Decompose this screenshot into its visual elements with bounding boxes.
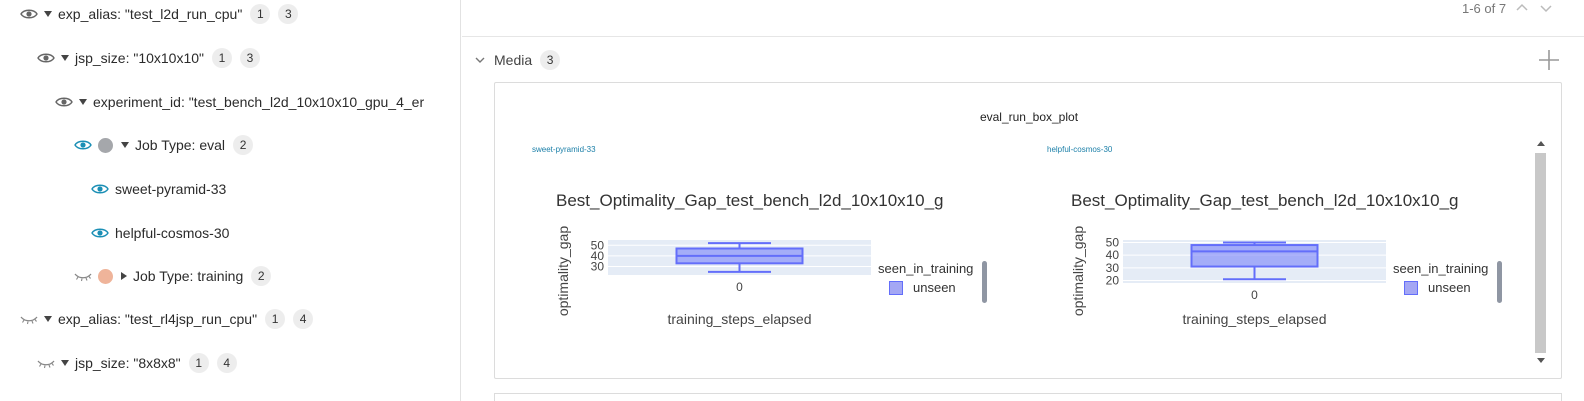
x-tick-label: 0: [736, 280, 743, 294]
run-label[interactable]: helpful-cosmos-30: [115, 225, 229, 241]
count-badge: 2: [251, 266, 272, 286]
count-badge: 2: [233, 135, 254, 155]
x-tick-label: 0: [1251, 288, 1258, 302]
tree-row-label: jsp_size: "8x8x8": [75, 355, 181, 371]
add-panel-icon[interactable]: [1537, 48, 1561, 72]
plot-canvas: 3040500training_steps_elapsedoptimality_…: [556, 226, 871, 327]
chevron-down-icon[interactable]: [44, 11, 52, 17]
run-name-label[interactable]: sweet-pyramid-33: [532, 145, 596, 154]
section-title: Media: [494, 52, 533, 68]
panel-scrollbar[interactable]: [1534, 137, 1548, 367]
count-badge: 4: [216, 353, 237, 373]
tree-row-job-type-eval[interactable]: Job Type: eval 2: [74, 131, 254, 159]
run-name-label[interactable]: helpful-cosmos-30: [1047, 145, 1112, 154]
chevron-down-icon[interactable]: [61, 55, 69, 61]
y-tick-label: 30: [1106, 261, 1120, 275]
scrollbar-thumb[interactable]: [1535, 153, 1546, 353]
run-label[interactable]: sweet-pyramid-33: [115, 181, 226, 197]
count-badge: 3: [240, 48, 261, 68]
y-tick-label: 50: [591, 238, 605, 252]
chevron-down-icon[interactable]: [79, 99, 87, 105]
count-badge: 1: [188, 353, 209, 373]
scroll-down-arrow-icon[interactable]: [1536, 355, 1546, 365]
tree-row-label: experiment_id: "test_bench_l2d_10x10x10_…: [93, 94, 425, 110]
media-panel: eval_run_box_plot sweet-pyramid-33 helpf…: [494, 82, 1562, 379]
tree-row-label: exp_alias: "test_l2d_run_cpu": [58, 6, 243, 22]
legend-item[interactable]: unseen: [889, 280, 956, 295]
media-section-header[interactable]: Media 3: [474, 49, 561, 71]
count-badge: 1: [212, 48, 233, 68]
tree-row-label: Job Type: eval: [135, 137, 226, 153]
app-root: exp_alias: "test_l2d_run_cpu" 1 3 jsp_si…: [0, 0, 1584, 401]
legend-scrollbar[interactable]: [1497, 261, 1502, 303]
next-panel-edge: [494, 393, 1562, 401]
x-axis-label: training_steps_elapsed: [668, 311, 812, 327]
eye-icon[interactable]: [37, 52, 55, 64]
count-badge: 3: [278, 4, 299, 24]
chevron-down-icon[interactable]: [1538, 1, 1554, 15]
y-axis-label: optimality_gap: [556, 226, 571, 316]
chevron-down-icon[interactable]: [61, 360, 69, 366]
chevron-down-icon[interactable]: [121, 142, 129, 148]
legend-label: unseen: [913, 280, 956, 295]
eye-icon[interactable]: [74, 139, 92, 151]
count-badge: 4: [293, 309, 314, 329]
group-color-dot[interactable]: [98, 268, 113, 284]
scroll-up-arrow-icon[interactable]: [1536, 139, 1546, 149]
tree-row-jsp-size-8[interactable]: jsp_size: "8x8x8" 1 4: [37, 349, 237, 377]
chevron-down-icon[interactable]: [474, 55, 486, 65]
y-axis-label: optimality_gap: [1071, 226, 1086, 316]
legend-title: seen_in_training: [878, 261, 974, 276]
group-color-dot[interactable]: [98, 137, 113, 153]
tree-row-label: exp_alias: "test_rl4jsp_run_cpu": [58, 311, 258, 327]
pagination: 1-6 of 7: [1462, 0, 1554, 16]
tree-run-sweet-pyramid-33[interactable]: sweet-pyramid-33: [91, 175, 226, 203]
y-tick-label: 50: [1106, 236, 1120, 250]
divider: [462, 36, 1584, 37]
eye-icon[interactable]: [55, 96, 73, 108]
pagination-text: 1-6 of 7: [1462, 0, 1507, 16]
section-count-badge: 3: [540, 50, 561, 70]
legend-title: seen_in_training: [1393, 261, 1489, 276]
eye-icon[interactable]: [91, 227, 109, 239]
count-badge: 1: [250, 4, 271, 24]
eye-hidden-icon[interactable]: [74, 270, 92, 282]
run-tree-panel: exp_alias: "test_l2d_run_cpu" 1 3 jsp_si…: [0, 0, 461, 401]
y-tick-label: 20: [1106, 273, 1120, 287]
panel-title: eval_run_box_plot: [979, 110, 1079, 124]
legend-swatch: [889, 280, 903, 295]
legend-scrollbar[interactable]: [982, 261, 987, 303]
legend-item[interactable]: unseen: [1404, 280, 1471, 295]
legend-swatch: [1404, 280, 1418, 295]
tree-row-experiment-id[interactable]: experiment_id: "test_bench_l2d_10x10x10_…: [55, 88, 424, 116]
tree-row-jsp-size-10[interactable]: jsp_size: "10x10x10" 1 3: [37, 44, 261, 72]
tree-row-label: Job Type: training: [133, 268, 244, 284]
chevron-up-icon[interactable]: [1514, 1, 1530, 15]
eye-hidden-icon[interactable]: [37, 357, 55, 369]
y-tick-label: 40: [1106, 248, 1120, 262]
eye-icon[interactable]: [20, 8, 38, 20]
box-iqr: [1190, 244, 1319, 268]
tree-row-label: jsp_size: "10x10x10": [75, 50, 205, 66]
chevron-right-icon[interactable]: [121, 272, 127, 280]
legend-label: unseen: [1428, 280, 1471, 295]
tree-row-job-type-training[interactable]: Job Type: training 2: [74, 262, 272, 290]
x-axis-label: training_steps_elapsed: [1183, 311, 1327, 327]
box-plot: Best_Optimality_Gap_test_bench_l2d_10x10…: [556, 183, 1026, 353]
box-plot: Best_Optimality_Gap_test_bench_l2d_10x10…: [1071, 183, 1541, 353]
count-badge: 1: [265, 309, 286, 329]
chevron-down-icon[interactable]: [44, 316, 52, 322]
eye-hidden-icon[interactable]: [20, 313, 38, 325]
tree-run-helpful-cosmos-30[interactable]: helpful-cosmos-30: [91, 219, 229, 247]
tree-row-exp-alias-l2d[interactable]: exp_alias: "test_l2d_run_cpu" 1 3: [20, 0, 299, 28]
eye-icon[interactable]: [91, 183, 109, 195]
plot-canvas: 20304050 0 training_steps_elapsed optimalit…: [1071, 226, 1386, 327]
tree-row-exp-alias-rl4jsp[interactable]: exp_alias: "test_rl4jsp_run_cpu" 1 4: [20, 305, 314, 333]
